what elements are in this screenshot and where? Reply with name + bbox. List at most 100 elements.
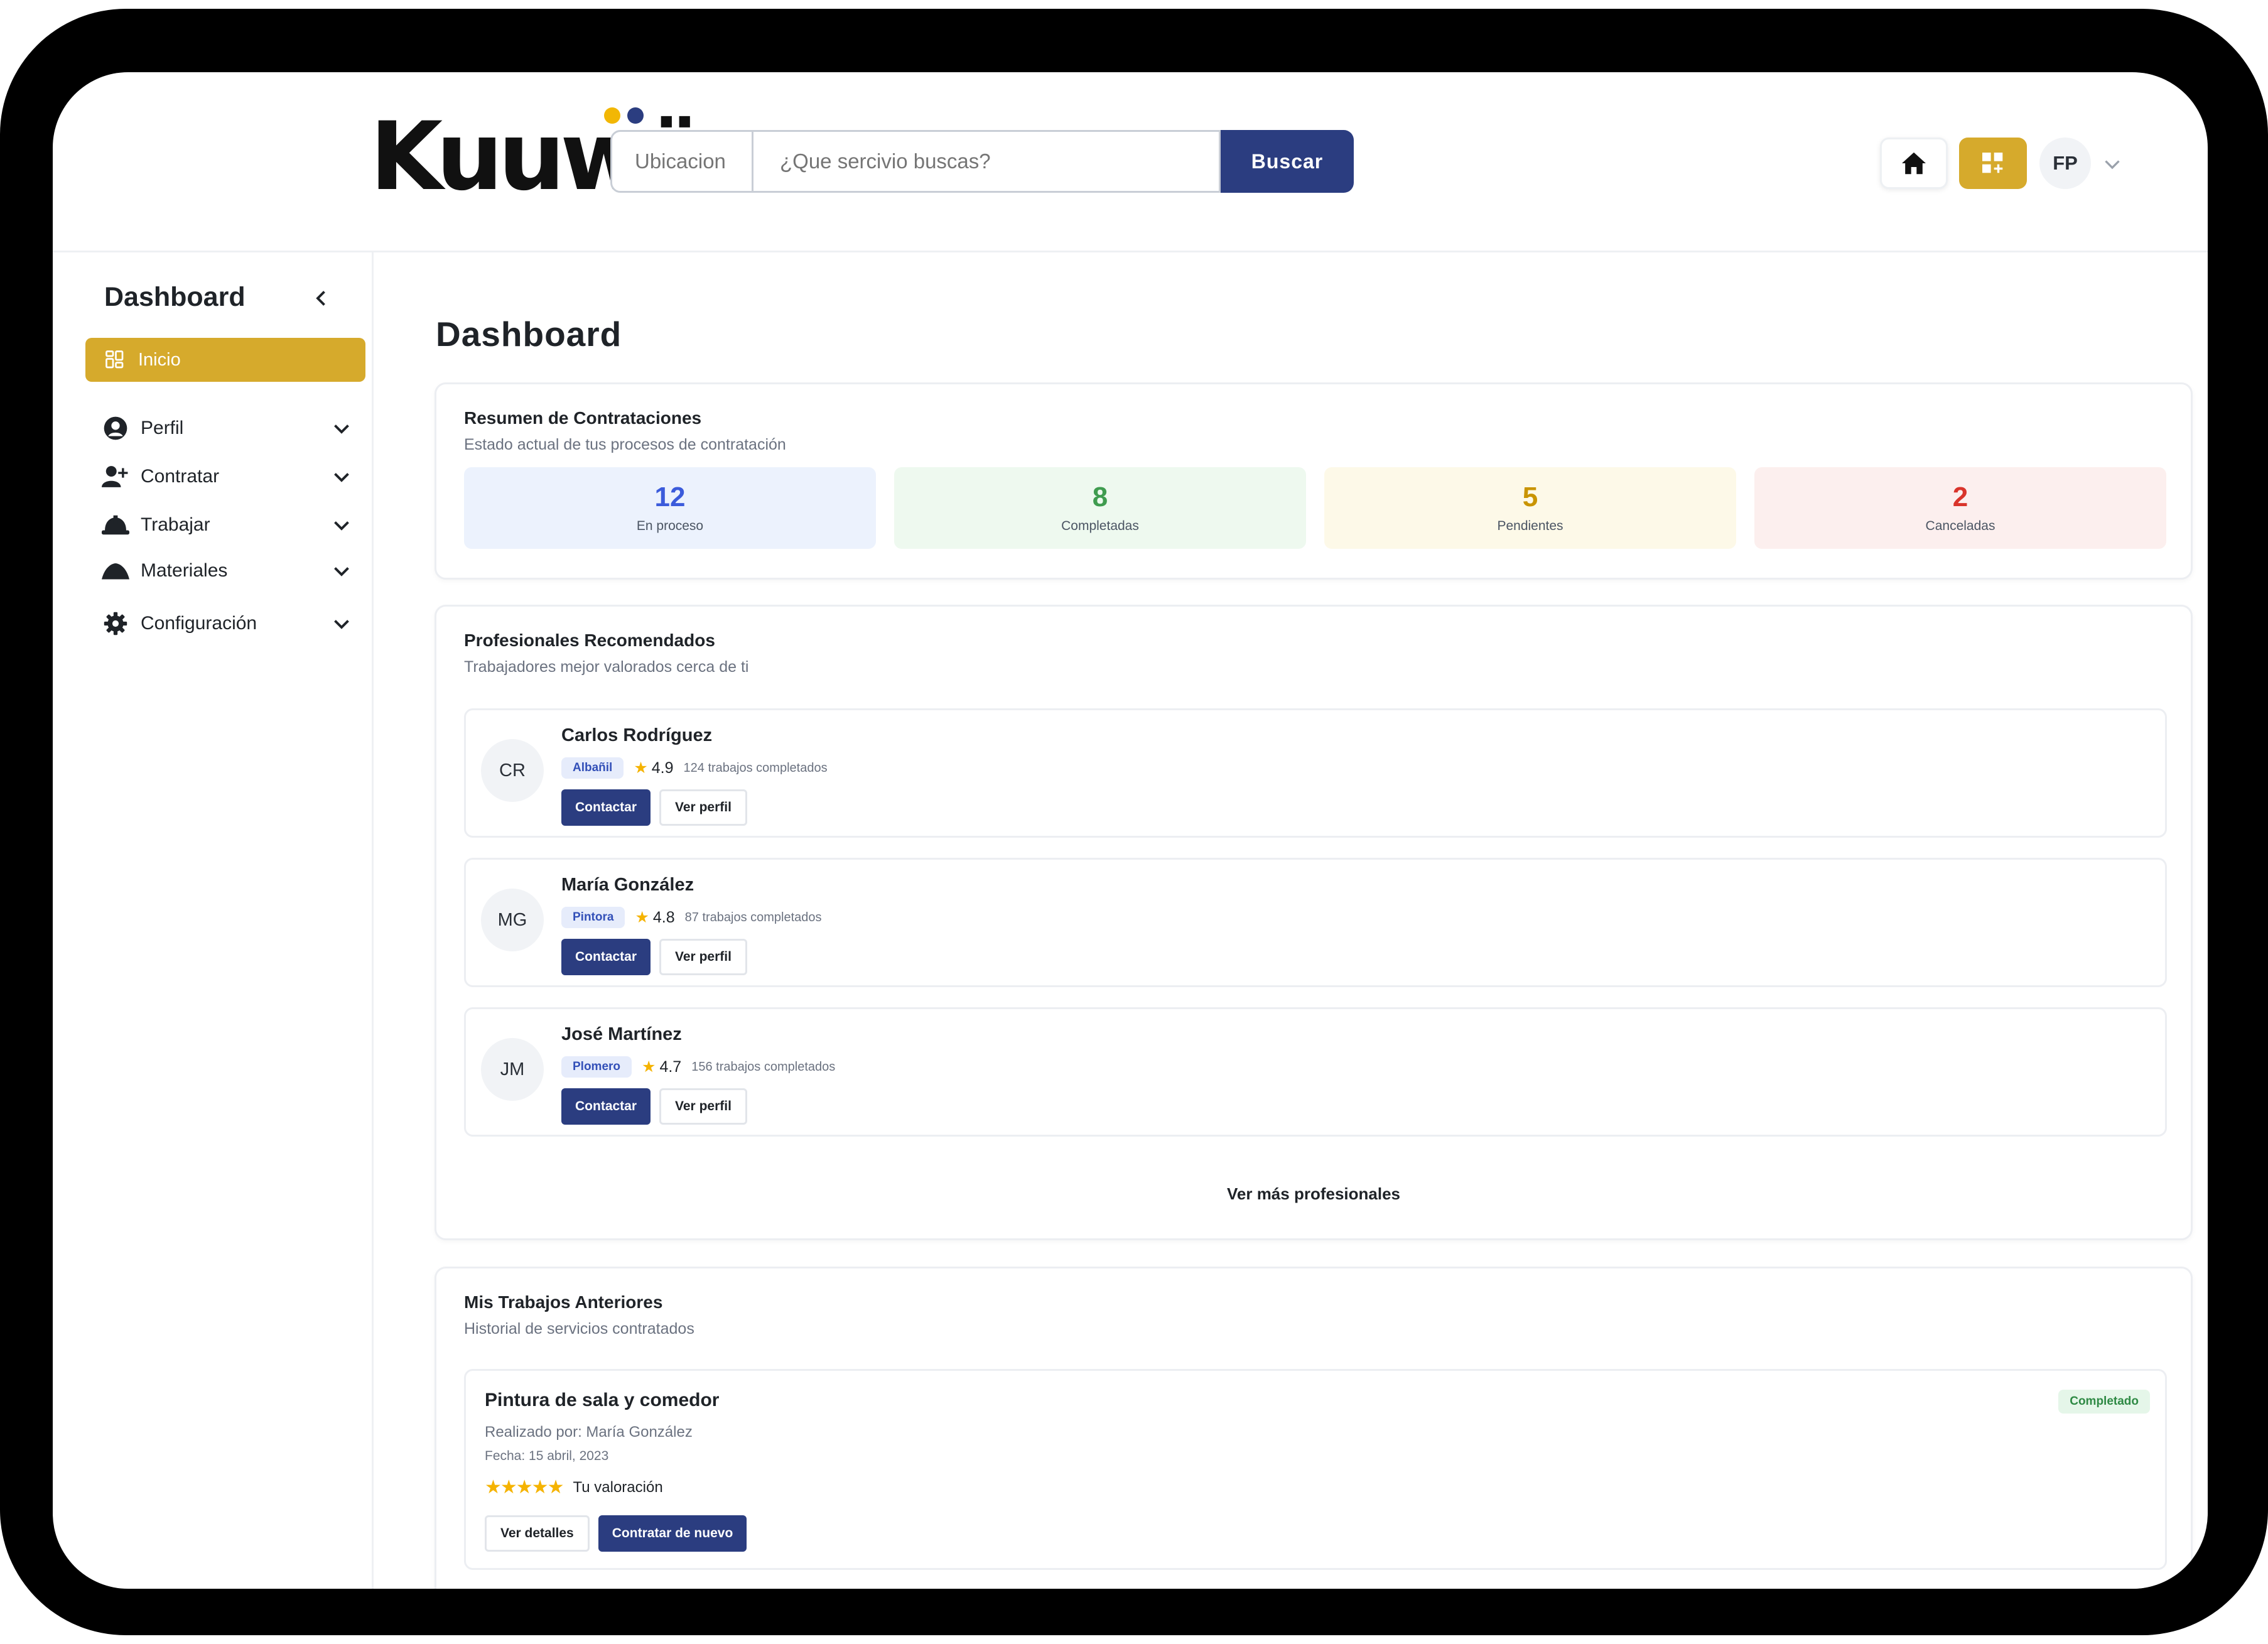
job-rating: ★★★★★ Tu valoración bbox=[485, 1476, 663, 1498]
sidebar-item-label: Materiales bbox=[141, 560, 228, 581]
stat-canceladas[interactable]: 2 Canceladas bbox=[1754, 467, 2166, 549]
stat-value: 2 bbox=[1952, 482, 1968, 512]
gear-icon bbox=[102, 610, 129, 637]
sidebar-title: Dashboard bbox=[104, 282, 246, 312]
user-circle-icon bbox=[102, 414, 129, 442]
professionals-subtitle: Trabajadores mejor valorados cerca de ti bbox=[464, 658, 749, 676]
star-icon: ★ bbox=[642, 1058, 656, 1076]
star-icon: ★ bbox=[634, 759, 648, 777]
page-title: Dashboard bbox=[436, 315, 622, 354]
sidebar-item-inicio[interactable]: Inicio bbox=[85, 338, 365, 382]
avatar: JM bbox=[481, 1038, 544, 1101]
professional-actions: Contactar Ver perfil bbox=[561, 939, 747, 975]
chevron-down-icon bbox=[334, 473, 349, 482]
sidebar: Dashboard Inicio Perfil Contratar Trabaj… bbox=[53, 251, 374, 1589]
stat-label: Canceladas bbox=[1925, 519, 1995, 533]
star-rating-icon: ★★★★★ bbox=[485, 1477, 564, 1498]
chevron-down-icon bbox=[334, 567, 349, 576]
job-actions: Ver detalles Contratar de nuevo bbox=[485, 1515, 747, 1552]
view-profile-button[interactable]: Ver perfil bbox=[659, 789, 747, 826]
sidebar-item-perfil[interactable]: Perfil bbox=[102, 409, 353, 447]
rating-value: 4.9 bbox=[651, 759, 674, 777]
professional-actions: Contactar Ver perfil bbox=[561, 789, 747, 826]
stat-value: 12 bbox=[654, 482, 686, 512]
sidebar-item-contratar[interactable]: Contratar bbox=[102, 458, 353, 495]
hard-hat-icon bbox=[102, 511, 129, 539]
dashboard-button[interactable] bbox=[1959, 138, 2027, 189]
home-button[interactable] bbox=[1880, 138, 1948, 189]
jobs-count: 124 trabajos completados bbox=[683, 760, 828, 775]
user-plus-icon bbox=[102, 463, 129, 490]
device-frame: Kuuwü Buscar bbox=[0, 9, 2268, 1635]
professional-name: Carlos Rodríguez bbox=[561, 725, 713, 745]
stat-label: Completadas bbox=[1061, 519, 1139, 533]
stat-value: 5 bbox=[1522, 482, 1538, 512]
home-icon bbox=[1902, 152, 1926, 175]
contact-button[interactable]: Contactar bbox=[561, 789, 651, 826]
contact-button[interactable]: Contactar bbox=[561, 939, 651, 975]
location-input[interactable] bbox=[610, 130, 753, 193]
professional-meta: Plomero ★ 4.7 156 trabajos completados bbox=[561, 1056, 835, 1078]
stat-completadas[interactable]: 8 Completadas bbox=[894, 467, 1306, 549]
stat-pendientes[interactable]: 5 Pendientes bbox=[1324, 467, 1736, 549]
rehire-button[interactable]: Contratar de nuevo bbox=[598, 1515, 747, 1552]
chevron-down-icon[interactable] bbox=[2101, 153, 2124, 175]
see-more-professionals-link[interactable]: Ver más profesionales bbox=[436, 1184, 2191, 1204]
user-avatar[interactable]: FP bbox=[2039, 138, 2091, 189]
stat-en-proceso[interactable]: 12 En proceso bbox=[464, 467, 876, 549]
job-performer: Realizado por: María González bbox=[485, 1424, 693, 1441]
summary-card: Resumen de Contrataciones Estado actual … bbox=[435, 382, 2193, 580]
professional-card: JM José Martínez Plomero ★ 4.7 156 traba… bbox=[464, 1007, 2167, 1137]
sidebar-item-configuracion[interactable]: Configuración bbox=[102, 605, 353, 642]
professional-name: José Martínez bbox=[561, 1024, 682, 1044]
professional-card: MG María González Pintora ★ 4.8 87 traba… bbox=[464, 858, 2167, 987]
professionals-card: Profesionales Recomendados Trabajadores … bbox=[435, 605, 2193, 1240]
view-profile-button[interactable]: Ver perfil bbox=[659, 939, 747, 975]
professionals-title: Profesionales Recomendados bbox=[464, 630, 715, 650]
job-date: Fecha: 15 abril, 2023 bbox=[485, 1449, 609, 1463]
past-jobs-title: Mis Trabajos Anteriores bbox=[464, 1292, 663, 1312]
avatar: MG bbox=[481, 889, 544, 951]
rating-value: 4.7 bbox=[659, 1057, 682, 1076]
sidebar-item-label: Inicio bbox=[138, 349, 181, 370]
contact-button[interactable]: Contactar bbox=[561, 1088, 651, 1125]
sidebar-item-label: Configuración bbox=[141, 613, 257, 634]
professional-card: CR Carlos Rodríguez Albañil ★ 4.9 124 tr… bbox=[464, 708, 2167, 838]
service-search-input[interactable] bbox=[753, 130, 1221, 193]
view-profile-button[interactable]: Ver perfil bbox=[659, 1088, 747, 1125]
jobs-count: 156 trabajos completados bbox=[691, 1059, 836, 1074]
professional-meta: Pintora ★ 4.8 87 trabajos completados bbox=[561, 906, 822, 929]
chevron-down-icon bbox=[334, 425, 349, 434]
rating-label: Tu valoración bbox=[573, 1478, 663, 1496]
sidebar-item-materiales[interactable]: Materiales bbox=[102, 552, 353, 590]
logo-dot-yellow bbox=[604, 107, 620, 124]
past-job-item: Pintura de sala y comedor Realizado por:… bbox=[464, 1369, 2167, 1570]
search-button[interactable]: Buscar bbox=[1221, 130, 1354, 193]
past-jobs-card: Mis Trabajos Anteriores Historial de ser… bbox=[435, 1267, 2193, 1589]
stat-label: En proceso bbox=[636, 519, 704, 533]
search-bar: Buscar bbox=[610, 130, 1408, 193]
logo-dot-blue bbox=[627, 107, 644, 124]
sidebar-item-label: Contratar bbox=[141, 466, 220, 487]
dashboard-grid-icon bbox=[1982, 153, 2003, 173]
sidebar-item-label: Perfil bbox=[141, 418, 184, 438]
trade-badge: Albañil bbox=[561, 757, 624, 779]
professional-name: María González bbox=[561, 875, 694, 895]
sidebar-item-label: Trabajar bbox=[141, 514, 210, 535]
app-screen: Kuuwü Buscar bbox=[53, 72, 2208, 1589]
professional-actions: Contactar Ver perfil bbox=[561, 1088, 747, 1125]
stat-value: 8 bbox=[1092, 482, 1108, 512]
past-jobs-subtitle: Historial de servicios contratados bbox=[464, 1320, 694, 1338]
mound-icon bbox=[102, 557, 129, 585]
trade-badge: Pintora bbox=[561, 907, 625, 928]
job-title: Pintura de sala y comedor bbox=[485, 1390, 720, 1410]
jobs-count: 87 trabajos completados bbox=[684, 910, 822, 924]
sidebar-item-trabajar[interactable]: Trabajar bbox=[102, 506, 353, 544]
star-icon: ★ bbox=[635, 909, 649, 926]
view-details-button[interactable]: Ver detalles bbox=[485, 1515, 590, 1552]
summary-subtitle: Estado actual de tus procesos de contrat… bbox=[464, 436, 786, 453]
summary-title: Resumen de Contrataciones bbox=[464, 408, 702, 428]
collapse-chevron-left-icon[interactable] bbox=[310, 287, 333, 310]
trade-badge: Plomero bbox=[561, 1056, 632, 1078]
top-header: Kuuwü Buscar bbox=[53, 72, 2208, 252]
